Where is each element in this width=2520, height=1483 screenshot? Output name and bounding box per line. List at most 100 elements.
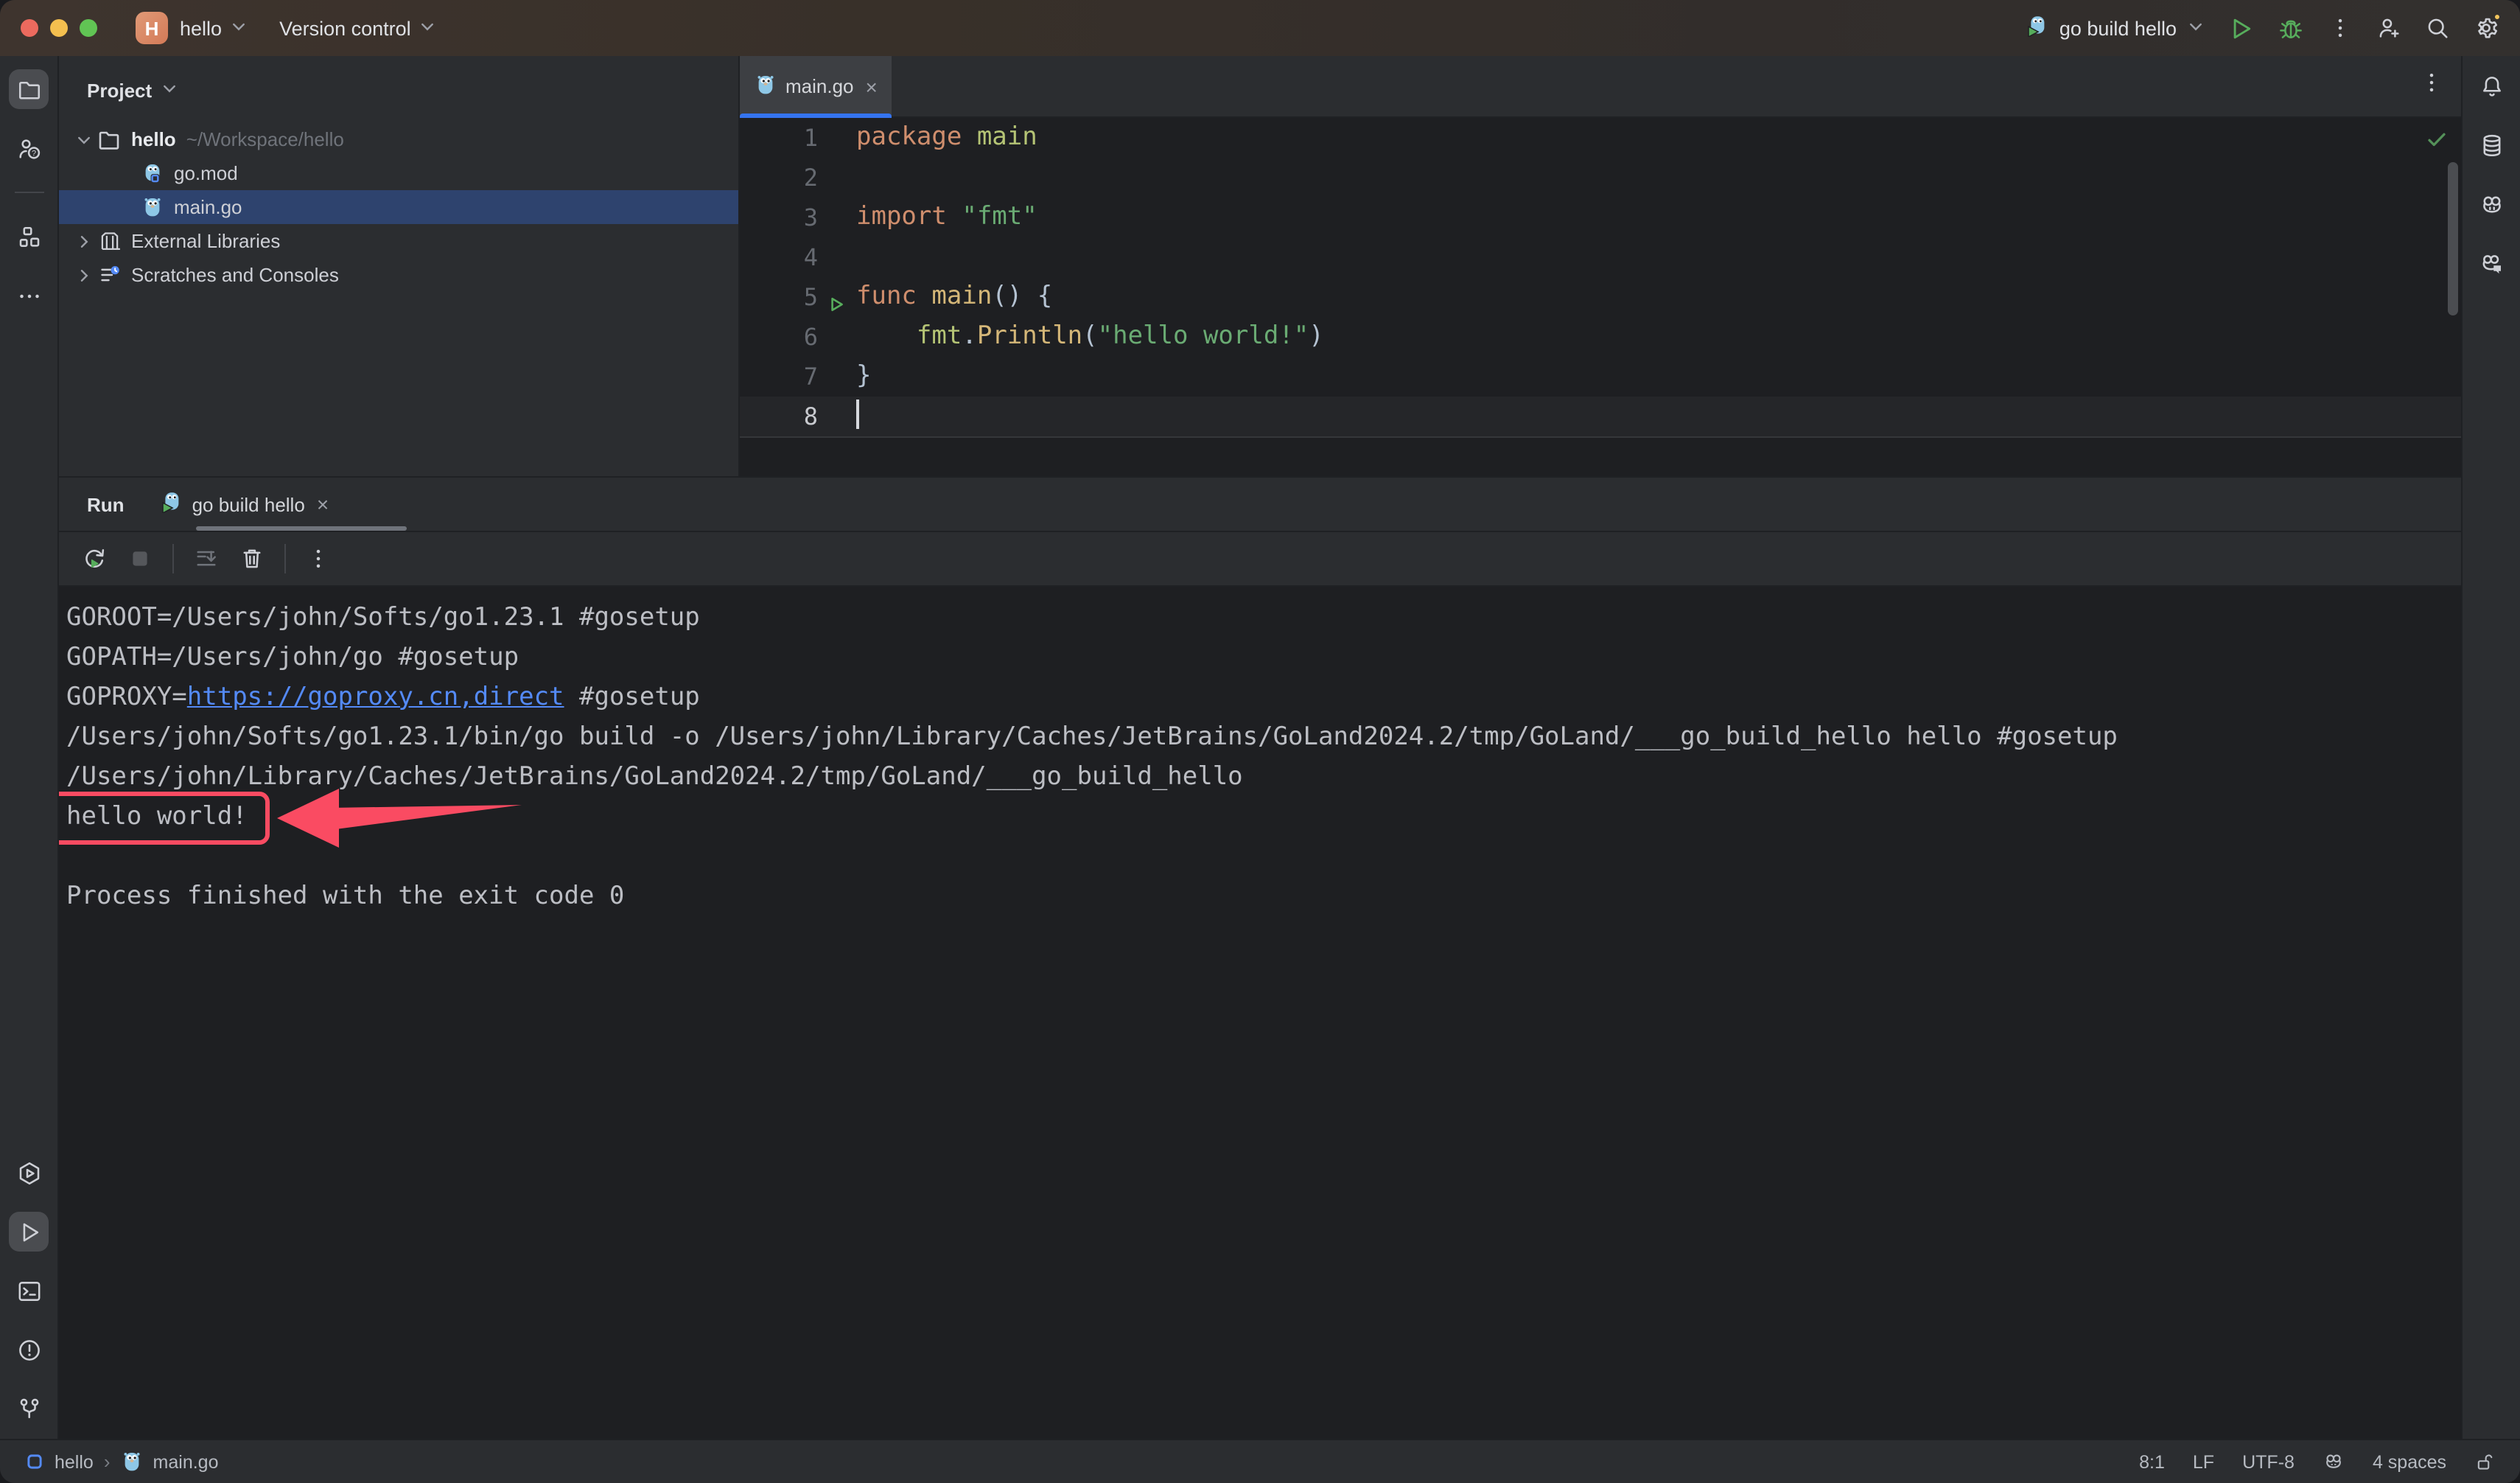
tree-item-go.mod[interactable]: go.mod <box>59 156 738 190</box>
chevron-expanded-icon[interactable] <box>71 130 96 148</box>
line-number: 6 <box>803 323 818 351</box>
stripe-divider <box>14 192 43 193</box>
console-line: GOPATH=/Users/john/go #gosetup <box>66 638 2461 678</box>
code-with-me[interactable] <box>2376 15 2402 41</box>
clear-all-button[interactable] <box>239 545 265 572</box>
search-everywhere[interactable] <box>2424 15 2451 41</box>
line-separator-widget[interactable]: LF <box>2193 1451 2214 1472</box>
code-line-7[interactable]: 7} <box>740 357 2461 397</box>
close-tab-icon[interactable]: × <box>866 74 878 98</box>
indent-widget[interactable]: 4 spaces <box>2373 1451 2446 1472</box>
close-window-button[interactable] <box>21 19 38 37</box>
project-panel-title[interactable]: Project <box>87 80 152 102</box>
toolbar-divider <box>284 544 286 573</box>
stripe-item-structure[interactable] <box>9 217 49 257</box>
active-tab-underline <box>740 113 892 117</box>
settings-notification-dot <box>2492 12 2502 22</box>
code-line-8[interactable]: 8 <box>740 397 2461 436</box>
scroll-to-end-button[interactable] <box>193 545 220 572</box>
caret-position-widget[interactable]: 8:1 <box>2139 1451 2165 1472</box>
text-caret <box>856 399 859 428</box>
stripe-item-services[interactable] <box>9 1153 49 1193</box>
go-file-icon <box>139 196 165 218</box>
right-tool-stripe <box>2461 56 2520 1439</box>
stripe-item-git-branch[interactable] <box>9 1389 49 1428</box>
stripe-item-notifications-bell[interactable] <box>2471 66 2511 106</box>
traffic-lights <box>21 19 97 37</box>
stop-button[interactable] <box>127 545 153 572</box>
code-line-6[interactable]: 6 fmt.Println("hello world!") <box>740 317 2461 357</box>
go-status-widget[interactable] <box>2323 1451 2345 1473</box>
run-tool-window: Run go build hello × GOROOT=/Users/john/… <box>59 476 2461 1439</box>
breadcrumb-item-main.go[interactable]: main.go <box>153 1451 219 1472</box>
tree-item-label: hello <box>131 128 176 150</box>
stripe-item-run[interactable] <box>9 1212 49 1252</box>
go-run-config-icon <box>161 491 183 517</box>
line-number: 3 <box>803 203 818 231</box>
settings-button[interactable] <box>2473 12 2502 41</box>
stripe-item-project-folder[interactable] <box>9 69 49 109</box>
minimize-window-button[interactable] <box>50 19 68 37</box>
stripe-item-problems[interactable] <box>9 1330 49 1369</box>
code-token: () <box>992 282 1023 311</box>
file-writable-lock[interactable] <box>2474 1451 2495 1472</box>
status-bar: hello › main.go 8:1 LF UTF-8 4 spaces <box>0 1439 2520 1483</box>
tree-item-external-libraries[interactable]: External Libraries <box>59 224 738 258</box>
stripe-item-pull-requests[interactable]: ? <box>9 128 49 168</box>
editor-scrollbar[interactable] <box>2448 162 2458 315</box>
console-options-kebab[interactable] <box>305 545 332 572</box>
project-badge[interactable]: H <box>136 12 168 44</box>
line-number: 7 <box>803 363 818 391</box>
code-line-4[interactable]: 4 <box>740 237 2461 277</box>
project-tree: hello ~/Workspace/hello go.mod main.go Exter… <box>59 122 738 292</box>
vcs-menu[interactable]: Version control <box>279 17 436 39</box>
tree-item-hello[interactable]: hello ~/Workspace/hello <box>59 122 738 156</box>
code-token: "fmt" <box>962 202 1037 231</box>
stripe-item-gopher-chat[interactable] <box>2471 243 2511 283</box>
zoom-window-button[interactable] <box>80 19 97 37</box>
tab-options-kebab-icon[interactable] <box>2418 69 2445 103</box>
rerun-button[interactable] <box>81 545 108 572</box>
run-console[interactable]: GOROOT=/Users/john/Softs/go1.23.1 #goset… <box>59 587 2461 1439</box>
goproxy-link[interactable]: https://goproxy.cn,direct <box>187 683 564 712</box>
console-line: GOROOT=/Users/john/Softs/go1.23.1 #goset… <box>66 599 2461 638</box>
stripe-item-database[interactable] <box>2471 125 2511 165</box>
run-panel-title: Run <box>87 493 125 515</box>
run-config-label: go build hello <box>2059 17 2177 39</box>
code-line-2[interactable]: 2 <box>740 158 2461 198</box>
stripe-item-more-tools[interactable] <box>9 276 49 315</box>
debug-button[interactable] <box>2277 14 2305 42</box>
console-line: /Users/john/Softs/go1.23.1/bin/go build … <box>66 718 2461 758</box>
code-editor[interactable]: 1 package main 2 3 import "fmt" 4 5 func main()… <box>740 118 2461 436</box>
project-menu[interactable]: hello <box>180 17 247 39</box>
inspections-ok-check-icon[interactable] <box>2426 128 2448 158</box>
code-token: } <box>856 361 872 391</box>
tree-item-label: Scratches and Consoles <box>131 264 339 286</box>
go-file-icon <box>755 73 777 100</box>
breadcrumb-item-hello[interactable]: hello <box>55 1451 94 1472</box>
console-text: GOROOT=/Users/john/Softs/go1.23.1 #goset… <box>66 603 700 632</box>
more-actions-kebab[interactable] <box>2327 15 2353 41</box>
code-token: { <box>1037 282 1053 311</box>
chevron-collapsed-icon[interactable] <box>71 266 96 284</box>
chevron-collapsed-icon[interactable] <box>71 232 96 250</box>
code-line-1[interactable]: 1 package main <box>740 118 2461 158</box>
encoding-widget[interactable]: UTF-8 <box>2242 1451 2295 1472</box>
tree-item-main.go[interactable]: main.go <box>59 190 738 224</box>
code-line-3[interactable]: 3 import "fmt" <box>740 198 2461 237</box>
editor-bottom-strip <box>740 436 2461 476</box>
stripe-item-terminal[interactable] <box>9 1271 49 1311</box>
code-line-5[interactable]: 5 func main() { <box>740 277 2461 317</box>
close-run-tab-icon[interactable]: × <box>317 492 329 516</box>
run-button[interactable] <box>2227 14 2255 42</box>
code-token: ) <box>1309 321 1324 351</box>
stripe-item-gopher-tool[interactable] <box>2471 184 2511 224</box>
tree-item-scratches-and-consoles[interactable]: Scratches and Consoles <box>59 258 738 292</box>
run-configuration-selector[interactable]: go build hello <box>2027 15 2205 41</box>
editor-tab-maingo[interactable]: main.go × <box>740 55 892 117</box>
console-text: GOPATH=/Users/john/go #gosetup <box>66 643 519 672</box>
vcs-menu-label: Version control <box>279 17 411 39</box>
run-tab-go-build-hello[interactable]: go build hello × <box>161 478 329 531</box>
